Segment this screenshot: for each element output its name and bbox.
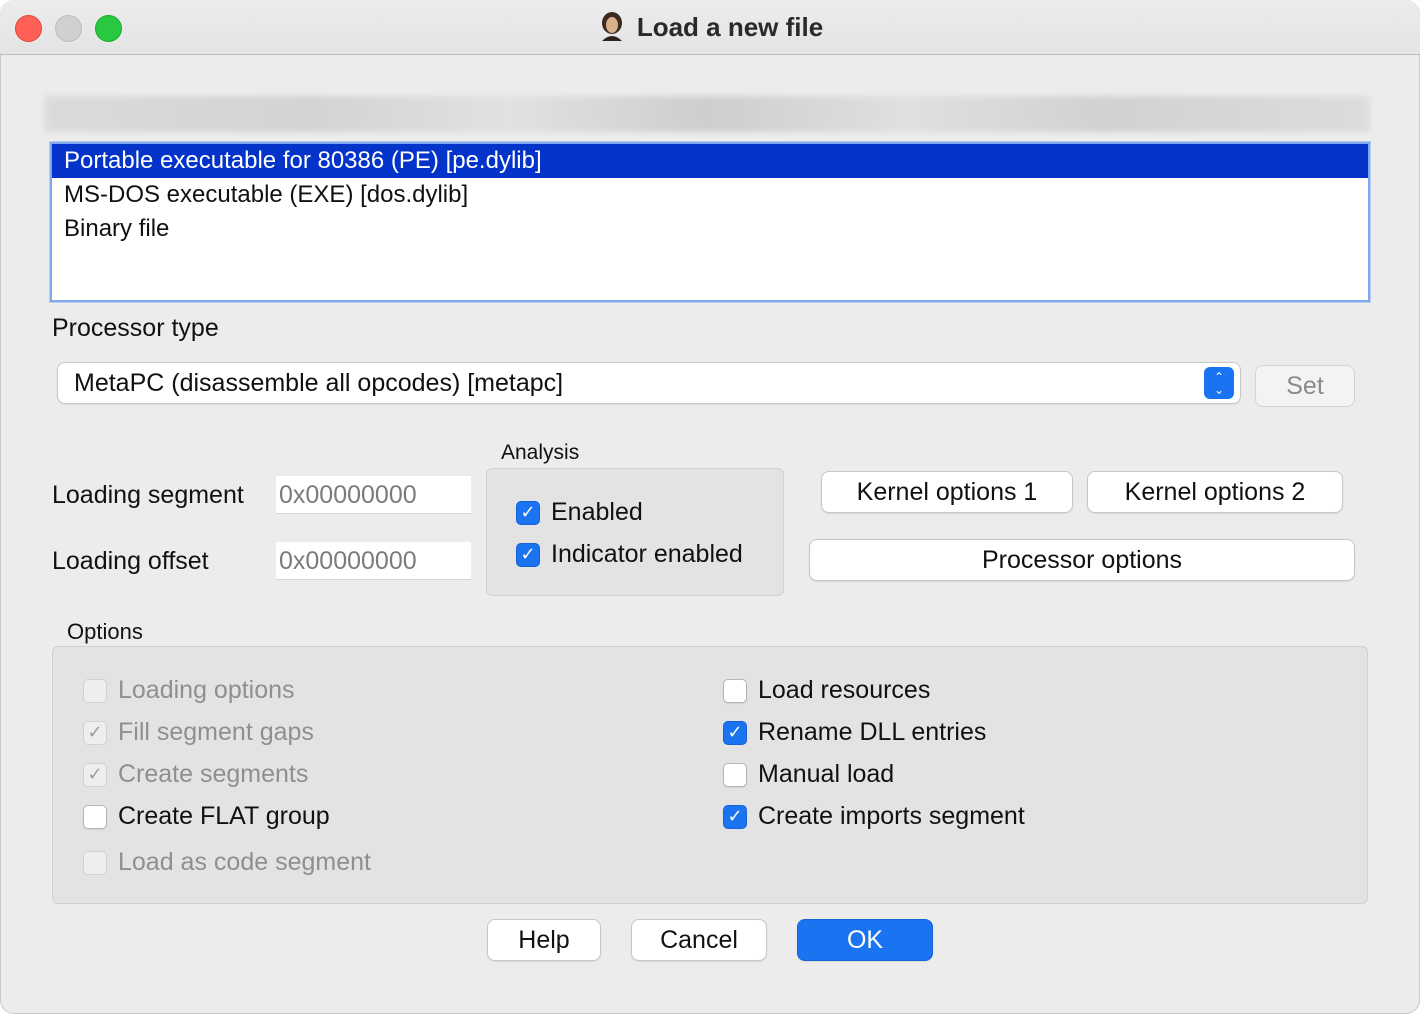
fill-segment-gaps-checkbox[interactable]: ✓ Fill segment gaps xyxy=(83,718,314,747)
checkbox-label: Loading options xyxy=(118,676,295,704)
checkbox-label: Load as code segment xyxy=(118,848,371,876)
checkmark-icon: ✓ xyxy=(723,804,747,829)
checkbox-label: Create segments xyxy=(118,760,309,788)
list-item[interactable]: Portable executable for 80386 (PE) [pe.d… xyxy=(52,144,1368,178)
analysis-enabled-checkbox[interactable]: ✓ Enabled xyxy=(516,498,643,527)
create-flat-group-checkbox[interactable]: Create FLAT group xyxy=(83,802,330,831)
kernel-options-1-button[interactable]: Kernel options 1 xyxy=(822,472,1072,512)
help-button[interactable]: Help xyxy=(488,920,600,960)
rename-dll-entries-checkbox[interactable]: ✓ Rename DLL entries xyxy=(723,718,986,747)
loader-list[interactable]: Portable executable for 80386 (PE) [pe.d… xyxy=(50,142,1370,302)
set-button[interactable]: Set xyxy=(1256,366,1354,406)
title-bar: Load a new file xyxy=(0,0,1420,55)
checkmark-icon: ✓ xyxy=(723,720,747,745)
processor-type-value: MetaPC (disassemble all opcodes) [metapc… xyxy=(74,369,564,397)
processor-type-label: Processor type xyxy=(52,314,219,342)
list-item[interactable]: Binary file xyxy=(52,212,1368,246)
chevron-updown-icon: ⌃ ⌃ xyxy=(1204,367,1234,399)
cancel-button[interactable]: Cancel xyxy=(632,920,766,960)
checkbox-label: Create FLAT group xyxy=(118,802,330,830)
create-segments-checkbox[interactable]: ✓ Create segments xyxy=(83,760,308,789)
kernel-options-2-button[interactable]: Kernel options 2 xyxy=(1088,472,1342,512)
loading-offset-input[interactable]: 0x00000000 xyxy=(276,542,471,580)
checkbox-box xyxy=(723,762,747,787)
processor-type-select[interactable]: MetaPC (disassemble all opcodes) [metapc… xyxy=(58,363,1240,403)
checkbox-box xyxy=(83,678,107,703)
load-resources-checkbox[interactable]: Load resources xyxy=(723,676,930,705)
loading-segment-input[interactable]: 0x00000000 xyxy=(276,476,471,514)
checkbox-label: Enabled xyxy=(551,498,643,526)
checkbox-label: Load resources xyxy=(758,676,931,704)
app-icon xyxy=(597,11,627,43)
analysis-group xyxy=(486,468,784,596)
load-file-dialog: Load a new file Portable executable for … xyxy=(0,0,1420,1014)
load-as-code-segment-checkbox[interactable]: Load as code segment xyxy=(83,848,371,877)
checkmark-icon: ✓ xyxy=(516,500,540,525)
ok-button[interactable]: OK xyxy=(798,920,932,960)
indicator-enabled-checkbox[interactable]: ✓ Indicator enabled xyxy=(516,540,743,569)
loading-options-checkbox[interactable]: Loading options xyxy=(83,676,295,705)
window-title-area: Load a new file xyxy=(0,0,1420,54)
analysis-group-title: Analysis xyxy=(501,441,580,464)
checkbox-box xyxy=(83,850,107,875)
checkmark-icon: ✓ xyxy=(83,720,107,745)
loading-segment-label: Loading segment xyxy=(52,481,244,509)
checkbox-label: Manual load xyxy=(758,760,895,788)
file-path-blurred xyxy=(45,96,1370,132)
checkbox-box xyxy=(723,678,747,703)
list-item[interactable]: MS-DOS executable (EXE) [dos.dylib] xyxy=(52,178,1368,212)
checkbox-box xyxy=(83,804,107,829)
checkmark-icon: ✓ xyxy=(516,542,540,567)
checkbox-label: Create imports segment xyxy=(758,802,1025,830)
options-group-title: Options xyxy=(67,619,143,644)
create-imports-segment-checkbox[interactable]: ✓ Create imports segment xyxy=(723,802,1025,831)
checkbox-label: Indicator enabled xyxy=(551,540,743,568)
checkbox-label: Rename DLL entries xyxy=(758,718,987,746)
manual-load-checkbox[interactable]: Manual load xyxy=(723,760,894,789)
window-title: Load a new file xyxy=(636,11,824,42)
checkmark-icon: ✓ xyxy=(83,762,107,787)
checkbox-label: Fill segment gaps xyxy=(118,718,314,746)
loading-offset-label: Loading offset xyxy=(52,547,209,575)
processor-options-button[interactable]: Processor options xyxy=(810,540,1354,580)
